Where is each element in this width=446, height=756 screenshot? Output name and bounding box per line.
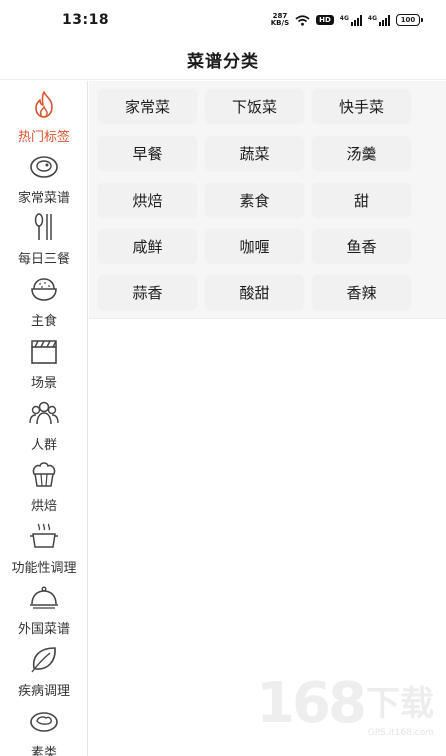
- network-speed-unit: KB/S: [270, 19, 290, 27]
- cloche-icon: [26, 580, 62, 614]
- sidebar-item-home-cooking[interactable]: 家常菜谱: [0, 144, 87, 206]
- sidebar-item-label: 功能性调理: [11, 561, 77, 576]
- signal-label-2: 4G: [367, 14, 377, 22]
- sidebar-item-label: 每日三餐: [17, 252, 70, 267]
- tag-item[interactable]: 下饭菜: [206, 90, 303, 123]
- sidebar-item-functional-care[interactable]: 功能性调理: [0, 514, 87, 576]
- steaming-pot-icon: [26, 519, 62, 553]
- tag-panel: 家常菜 下饭菜 快手菜 早餐 蔬菜 汤羹 烘焙 素食 甜 咸鲜 咖喱 鱼香 蒜香…: [89, 81, 446, 319]
- signal-label-1: 4G: [339, 14, 349, 22]
- sidebar-item-scene[interactable]: 场景: [0, 329, 87, 391]
- sidebar-item-hot-tags[interactable]: 热门标签: [0, 83, 87, 145]
- app-header: 菜谱分类: [0, 40, 446, 80]
- sidebar-item-vegetarian[interactable]: 素类: [0, 699, 87, 756]
- sidebar-item-label: 主食: [30, 314, 57, 329]
- watermark-number: 168: [256, 671, 367, 736]
- sidebar-item-staple-food[interactable]: 主食: [0, 267, 87, 329]
- category-sidebar[interactable]: 热门标签 家常菜谱 每日三餐 主食 场景 人群 烘焙 功能性调理 外国菜谱 疾病…: [0, 81, 88, 756]
- tag-item[interactable]: 咸鲜: [99, 230, 196, 263]
- tag-item[interactable]: 早餐: [99, 137, 196, 170]
- tag-item[interactable]: 家常菜: [99, 90, 196, 123]
- sidebar-item-label: 烘焙: [30, 499, 57, 514]
- leaf-icon: [26, 642, 62, 676]
- status-time: 13:18: [62, 12, 110, 28]
- signal-icon-2: 4G: [367, 14, 390, 26]
- people-group-icon: [26, 396, 62, 430]
- sidebar-item-baking[interactable]: 烘焙: [0, 452, 87, 514]
- sidebar-item-label: 家常菜谱: [17, 191, 70, 206]
- tag-item[interactable]: 快手菜: [313, 90, 410, 123]
- tag-item[interactable]: 甜: [313, 184, 410, 217]
- sidebar-item-label: 人群: [30, 438, 57, 453]
- status-bar: 13:18 287 KB/S HD 4G 4G 100: [0, 0, 446, 40]
- tag-item[interactable]: 烘焙: [99, 184, 196, 217]
- tag-item[interactable]: 汤羹: [313, 137, 410, 170]
- sidebar-item-label: 热门标签: [17, 130, 70, 145]
- cupcake-icon: [26, 457, 62, 491]
- sidebar-item-foreign-recipes[interactable]: 外国菜谱: [0, 575, 87, 637]
- tag-item[interactable]: 香辣: [313, 276, 410, 309]
- battery-level: 100: [400, 16, 416, 24]
- clapperboard-icon: [26, 334, 62, 368]
- status-icons: 287 KB/S HD 4G 4G 100: [271, 13, 423, 27]
- network-speed: 287 KB/S: [271, 13, 289, 27]
- tag-item[interactable]: 酸甜: [206, 276, 303, 309]
- sidebar-item-label: 素类: [30, 746, 57, 756]
- tag-item[interactable]: 咖喱: [206, 230, 303, 263]
- tag-item[interactable]: 鱼香: [313, 230, 410, 263]
- tag-item[interactable]: 蔬菜: [206, 137, 303, 170]
- sidebar-item-label: 外国菜谱: [17, 622, 70, 637]
- sidebar-item-label: 场景: [30, 376, 57, 391]
- wifi-icon: [295, 14, 310, 26]
- sidebar-item-disease-care[interactable]: 疾病调理: [0, 637, 87, 699]
- page-title: 菜谱分类: [187, 52, 259, 72]
- tag-item[interactable]: 素食: [206, 184, 303, 217]
- tag-item[interactable]: 蒜香: [99, 276, 196, 309]
- sidebar-item-label: 疾病调理: [17, 684, 70, 699]
- watermark-url: GPS.it168.com: [367, 728, 434, 738]
- hd-badge: HD: [316, 15, 334, 25]
- watermark-text: 下载: [366, 684, 434, 724]
- utensils-icon: [26, 210, 62, 244]
- rice-bowl-icon: [26, 272, 62, 306]
- battery-icon: 100: [396, 14, 423, 26]
- sidebar-item-three-meals[interactable]: 每日三餐: [0, 205, 87, 267]
- sidebar-item-crowd[interactable]: 人群: [0, 391, 87, 453]
- dish-icon: [26, 704, 62, 738]
- plate-icon: [26, 149, 62, 183]
- flame-icon: [26, 88, 62, 122]
- signal-icon-1: 4G: [339, 14, 362, 26]
- watermark-logo: 168 下载 GPS.it168.com: [256, 671, 434, 739]
